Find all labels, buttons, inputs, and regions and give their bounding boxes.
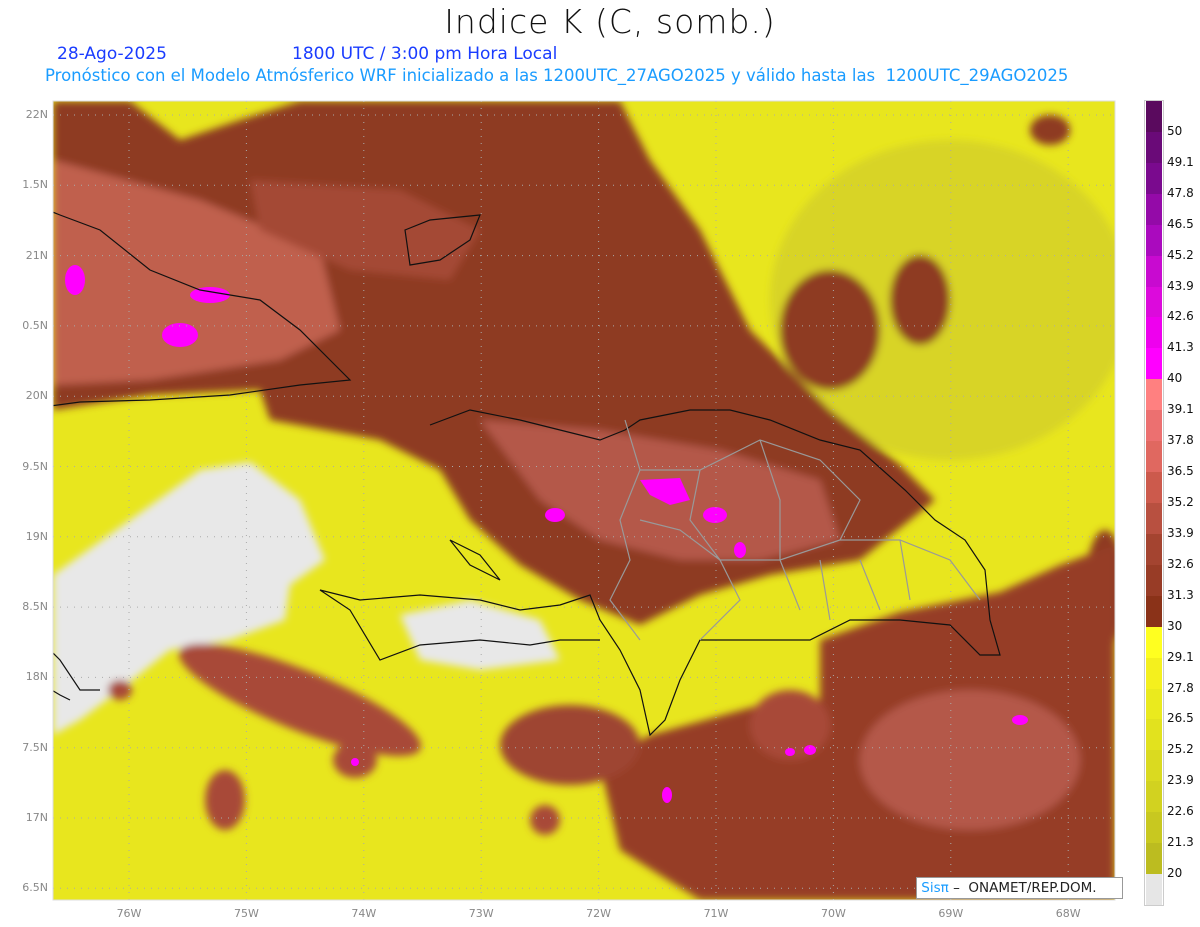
lat-tick-label: 6.5N <box>22 881 48 895</box>
brown-region <box>890 255 950 345</box>
lon-tick-label: 68W <box>1055 907 1081 920</box>
lon-tick-label: 72W <box>586 907 612 920</box>
lat-tick-label: 21N <box>25 248 48 262</box>
colorbar-label: 23.9 <box>1167 773 1194 788</box>
lat-tick-label: 8.5N <box>22 600 48 614</box>
brown-region <box>780 270 880 390</box>
colorbar-label: 49.1 <box>1167 154 1194 169</box>
lat-tick-label: 18N <box>25 670 48 684</box>
colorbar-label: 50 <box>1167 123 1183 138</box>
lat-tick-label: 20N <box>25 389 48 403</box>
lon-tick-label: 74W <box>351 907 377 920</box>
colorbar-frame <box>1144 100 1164 906</box>
lat-tick-label: 1.5N <box>22 178 48 192</box>
colorbar-label: 47.8 <box>1167 185 1194 200</box>
lat-tick-label: 0.5N <box>22 318 48 332</box>
k-index-map <box>52 100 1116 901</box>
lat-tick-label: 19N <box>25 529 48 543</box>
lat-tick-label: 22N <box>25 108 48 121</box>
brown-region <box>1030 115 1070 145</box>
lat-tick-label: 9.5N <box>22 459 48 473</box>
sispi-logo: Sisπ <box>921 880 949 896</box>
colorbar-label: 33.9 <box>1167 525 1194 540</box>
credit-text: – ONAMET/REP.DOM. <box>948 880 1097 896</box>
colorbar-label: 21.3 <box>1167 835 1194 850</box>
colorbar-label: 42.6 <box>1167 309 1194 324</box>
lat-tick-label: 17N <box>25 811 48 824</box>
credit-box: Sisπ – ONAMET/REP.DOM. <box>916 877 1123 899</box>
lat-tick-label: 7.5N <box>22 740 48 754</box>
lon-tick-label: 76W <box>116 907 142 920</box>
brown-region <box>530 805 560 835</box>
lon-tick-label: 70W <box>820 907 846 920</box>
colorbar-label: 29.1 <box>1167 649 1194 664</box>
colorbar-label: 20 <box>1167 866 1183 881</box>
colorbar-label: 30 <box>1167 618 1183 633</box>
colorbar-label: 39.1 <box>1167 402 1194 417</box>
colorbar-label: 43.9 <box>1167 278 1194 293</box>
brown-region <box>860 690 1080 830</box>
colorbar-label: 27.8 <box>1167 680 1194 695</box>
colorbar-label: 31.3 <box>1167 587 1194 602</box>
lon-tick-label: 71W <box>703 907 729 920</box>
colorbar-label: 45.2 <box>1167 247 1194 262</box>
brown-region <box>500 705 640 785</box>
colorbar-label: 32.6 <box>1167 556 1194 571</box>
colorbar-label: 22.6 <box>1167 804 1194 819</box>
colorbar-label: 26.5 <box>1167 711 1194 726</box>
colorbar-label: 25.2 <box>1167 742 1194 757</box>
lon-tick-label: 69W <box>938 907 964 920</box>
lon-tick-label: 73W <box>468 907 494 920</box>
colorbar-label: 36.5 <box>1167 464 1194 479</box>
colorbar-label: 46.5 <box>1167 216 1194 231</box>
lon-tick-label: 75W <box>233 907 259 920</box>
colorbar-label: 37.8 <box>1167 433 1194 448</box>
colorbar-label: 41.3 <box>1167 340 1194 355</box>
colorbar-label: 40 <box>1167 371 1183 386</box>
brown-region <box>205 770 245 830</box>
colorbar-label: 35.2 <box>1167 495 1194 509</box>
brown-region <box>108 680 132 700</box>
